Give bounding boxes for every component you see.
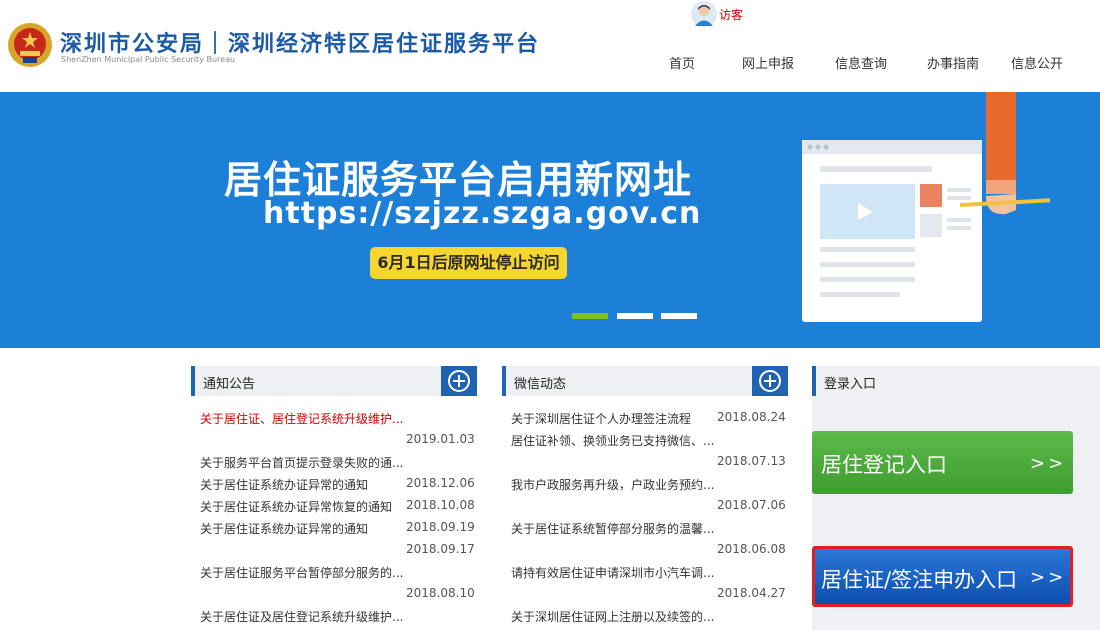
login-title: 登录入口 (824, 377, 877, 392)
notice-item[interactable]: 关于服务平台首页提示登录失败的通... (200, 454, 403, 471)
site-subtitle: ShenZhen Municipal Public Security Burea… (61, 55, 236, 64)
wechat-title: 微信动态 (514, 377, 567, 392)
wechat-date: 2018.04.27 (717, 586, 786, 600)
nav-online-apply[interactable]: 网上申报 (742, 53, 794, 72)
notice-date: 2019.01.03 (406, 432, 475, 446)
notice-date: 2018.09.19 (406, 520, 475, 534)
banner-url: https://szjzz.szga.gov.cn (263, 196, 702, 231)
residence-permit-apply-button[interactable]: 居住证/签注申办入口 >> (812, 546, 1073, 607)
notice-date: 2018.09.17 (406, 542, 475, 556)
wechat-date: 2018.07.06 (717, 498, 786, 512)
wechat-item[interactable]: 居住证补领、换领业务已支持微信、... (511, 432, 714, 449)
site-header: 深圳市公安局｜深圳经济特区居住证服务平台 ShenZhen Municipal … (0, 0, 1100, 92)
arrow-right-icon: >> (1030, 453, 1067, 474)
notice-item[interactable]: 关于居住证系统办证异常的通知 (200, 476, 368, 493)
nav-home[interactable]: 首页 (669, 53, 695, 72)
banner-note: 6月1日后原网址停止访问 (370, 247, 567, 279)
carousel-dot-1[interactable] (572, 313, 608, 319)
notice-item[interactable]: 关于居住证系统办证异常恢复的通知 (200, 498, 392, 515)
wechat-panel-header: 微信动态 (502, 366, 788, 396)
carousel-dot-2[interactable] (617, 313, 653, 319)
wechat-date: 2018.08.24 (717, 410, 786, 424)
nav-info-public[interactable]: 信息公开 (1011, 53, 1063, 72)
notice-date: 2018.12.06 (406, 476, 475, 490)
plus-circle-icon (759, 370, 781, 392)
login-panel-header: 登录入口 (812, 366, 1100, 396)
notice-title: 通知公告 (203, 377, 256, 392)
notice-item[interactable]: 关于居住证、居住登记系统升级维护... (200, 410, 403, 427)
notice-panel-header: 通知公告 (191, 366, 477, 396)
notice-more-button[interactable] (441, 366, 477, 396)
notice-item[interactable]: 关于居住证系统办证异常的通知 (200, 520, 368, 537)
wechat-item[interactable]: 关于居住证系统暂停部分服务的温馨... (511, 520, 714, 537)
residence-permit-apply-label: 居住证/签注申办入口 (821, 568, 1018, 592)
notice-item[interactable]: 关于居住证及居住登记系统升级维护... (200, 608, 403, 625)
wechat-more-button[interactable] (752, 366, 788, 396)
site-title: 深圳市公安局｜深圳经济特区居住证服务平台 (60, 31, 541, 57)
nav-info-query[interactable]: 信息查询 (835, 53, 887, 72)
police-emblem-icon (8, 23, 52, 67)
notice-date: 2018.08.10 (406, 586, 475, 600)
wechat-item[interactable]: 请持有效居住证申请深圳市小汽车调... (511, 564, 714, 581)
residence-registration-label: 居住登记入口 (821, 453, 947, 477)
notice-item[interactable]: 关于居住证服务平台暂停部分服务的... (200, 564, 403, 581)
nav-service-guide[interactable]: 办事指南 (927, 53, 979, 72)
wechat-item[interactable]: 关于深圳居住证个人办理签注流程 (511, 410, 691, 427)
banner-carousel[interactable]: 居住证服务平台启用新网址 https://szjzz.szga.gov.cn 6… (0, 92, 1100, 348)
arrow-right-icon: >> (1030, 567, 1067, 588)
wechat-date: 2018.06.08 (717, 542, 786, 556)
notice-date: 2018.10.08 (406, 498, 475, 512)
wechat-item[interactable]: 关于深圳居住证网上注册以及续签的... (511, 608, 714, 625)
carousel-dot-3[interactable] (661, 313, 697, 319)
wechat-item[interactable]: 我市户政服务再升级，户政业务预约... (511, 476, 714, 493)
plus-circle-icon (448, 370, 470, 392)
guest-label[interactable]: 访客 (719, 6, 743, 23)
wechat-date: 2018.07.13 (717, 454, 786, 468)
browser-illustration-icon (802, 92, 1051, 322)
residence-registration-button[interactable]: 居住登记入口 >> (812, 431, 1073, 494)
user-avatar-icon[interactable] (691, 1, 717, 27)
